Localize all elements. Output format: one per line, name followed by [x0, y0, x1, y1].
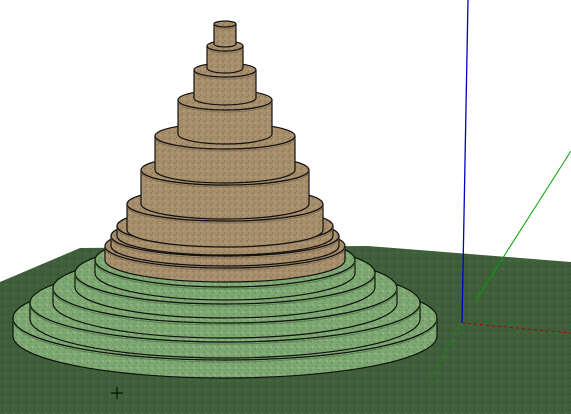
tiered-cone-model[interactable] — [12, 20, 438, 379]
3d-viewport[interactable] — [0, 0, 571, 414]
stone-tier — [213, 20, 237, 48]
scene-svg — [0, 0, 571, 414]
